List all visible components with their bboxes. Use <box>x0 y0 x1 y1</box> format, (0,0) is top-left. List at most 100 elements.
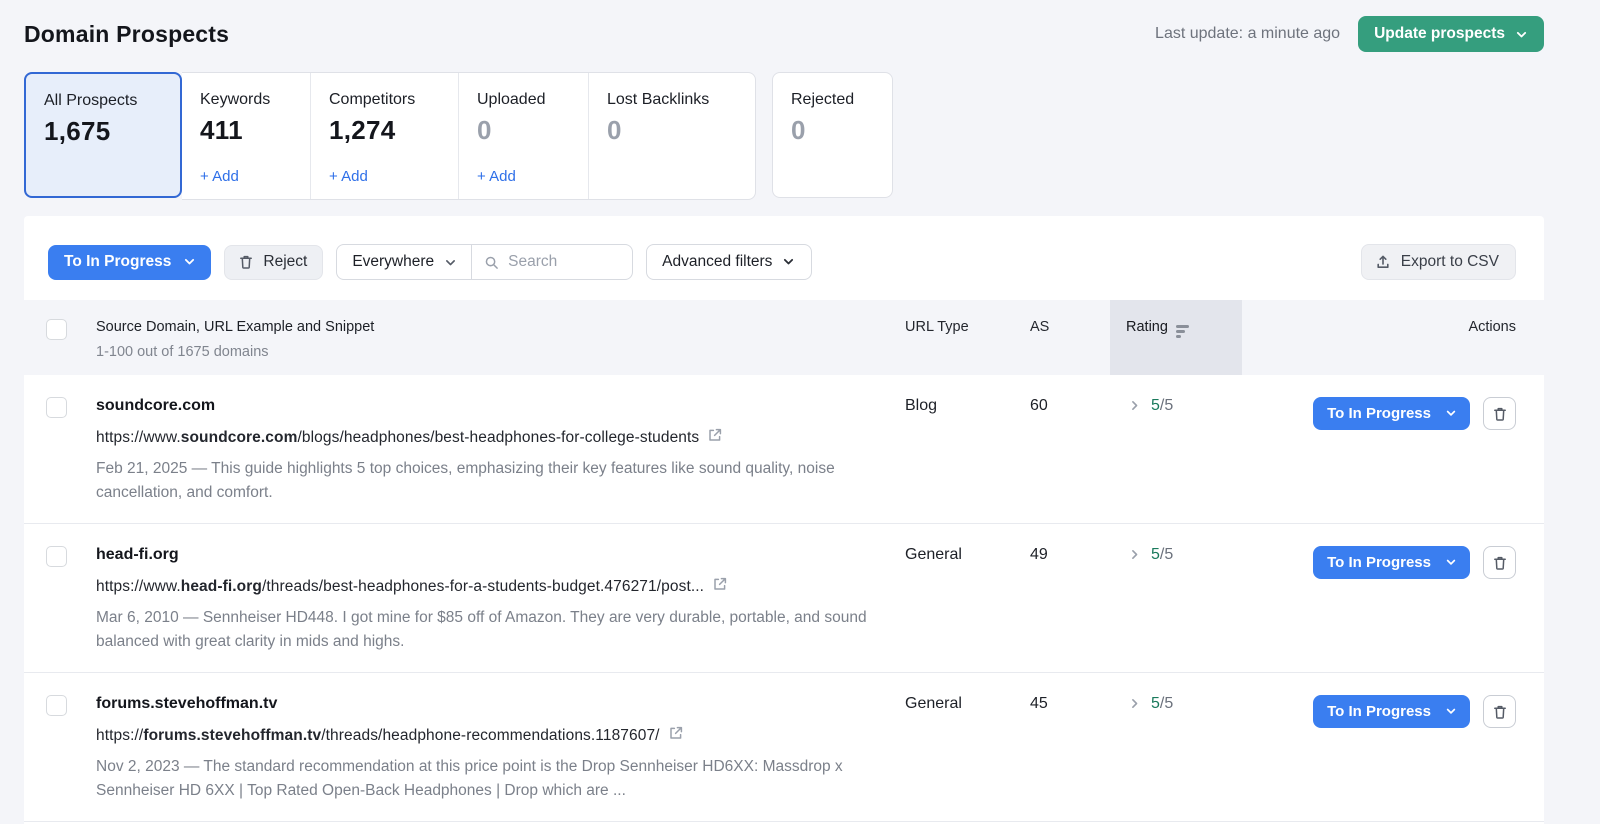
trash-icon <box>238 254 254 270</box>
row-delete-button[interactable] <box>1483 695 1516 728</box>
tab-label: Uploaded <box>477 91 572 109</box>
rating-value: 5/5 <box>1151 546 1173 564</box>
row-checkbox[interactable] <box>46 546 67 567</box>
page: Domain Prospects Last update: a minute a… <box>0 0 1600 824</box>
actions-cell: To In Progress <box>1242 695 1544 803</box>
row-checkbox-cell <box>24 397 96 505</box>
chevron-down-icon <box>1445 705 1457 717</box>
add-uploaded-link[interactable]: + Add <box>477 168 572 185</box>
as-column-header[interactable]: AS <box>1030 300 1110 375</box>
rating-value: 5/5 <box>1151 695 1173 713</box>
tab-lost-backlinks[interactable]: Lost Backlinks 0 <box>588 73 755 199</box>
actions-column-header: Actions <box>1242 300 1544 375</box>
chevron-right-icon[interactable] <box>1128 697 1141 715</box>
domain-name: head-fi.org <box>96 546 905 564</box>
url-type-column-header[interactable]: URL Type <box>905 300 1030 375</box>
as-cell: 60 <box>1030 397 1110 505</box>
tab-label: Competitors <box>329 91 442 109</box>
scope-label: Everywhere <box>352 253 434 271</box>
source-cell: forums.stevehoffman.tv https://forums.st… <box>96 695 905 803</box>
table-header-checkbox-cell <box>24 300 96 375</box>
url-type-cell: General <box>905 695 1030 803</box>
row-to-in-progress-button[interactable]: To In Progress <box>1313 397 1470 430</box>
row-delete-button[interactable] <box>1483 546 1516 579</box>
row-to-in-progress-button[interactable]: To In Progress <box>1313 546 1470 579</box>
row-checkbox-cell <box>24 546 96 654</box>
tab-group: Keywords 411 + Add Competitors 1,274 + A… <box>182 72 756 200</box>
last-update-text: Last update: a minute ago <box>1155 25 1340 43</box>
source-header-label: Source Domain, URL Example and Snippet <box>96 319 905 335</box>
chevron-down-icon <box>1445 407 1457 419</box>
tab-label: Keywords <box>200 91 294 109</box>
chevron-down-icon <box>183 255 196 268</box>
bulk-action-label: To In Progress <box>64 253 171 271</box>
tab-uploaded[interactable]: Uploaded 0 + Add <box>458 73 588 199</box>
source-cell: head-fi.org https://www.head-fi.org/thre… <box>96 546 905 654</box>
actions-cell: To In Progress <box>1242 546 1544 654</box>
external-link-icon[interactable] <box>707 427 723 448</box>
domain-name: forums.stevehoffman.tv <box>96 695 905 713</box>
select-all-checkbox[interactable] <box>46 319 67 340</box>
snippet-text: Nov 2, 2023 — The standard recommendatio… <box>96 755 886 803</box>
tab-competitors[interactable]: Competitors 1,274 + Add <box>310 73 458 199</box>
tab-keywords[interactable]: Keywords 411 + Add <box>182 73 310 199</box>
toolbar-left: To In Progress Reject Everywhere <box>48 244 812 280</box>
external-link-icon[interactable] <box>712 576 728 597</box>
rating-column-header[interactable]: Rating <box>1110 300 1242 375</box>
row-to-in-progress-button[interactable]: To In Progress <box>1313 695 1470 728</box>
tab-count: 0 <box>791 115 876 146</box>
export-label: Export to CSV <box>1401 253 1499 271</box>
table-header: Source Domain, URL Example and Snippet 1… <box>24 300 1544 375</box>
scope-dropdown[interactable]: Everywhere <box>337 245 472 279</box>
row-checkbox[interactable] <box>46 695 67 716</box>
update-prospects-label: Update prospects <box>1374 25 1505 43</box>
add-keywords-link[interactable]: + Add <box>200 168 294 185</box>
rating-cell: 5/5 <box>1110 546 1242 654</box>
reject-button[interactable]: Reject <box>224 245 323 280</box>
snippet-text: Mar 6, 2010 — Sennheiser HD448. I got mi… <box>96 606 886 654</box>
chevron-right-icon[interactable] <box>1128 399 1141 417</box>
search-input[interactable] <box>508 253 618 271</box>
page-title: Domain Prospects <box>24 21 229 48</box>
url-line: https://forums.stevehoffman.tv/threads/h… <box>96 725 905 746</box>
chevron-right-icon[interactable] <box>1128 548 1141 566</box>
reject-label: Reject <box>263 253 307 271</box>
prospect-tabs: All Prospects 1,675 Keywords 411 + Add C… <box>24 72 1600 200</box>
tab-count: 0 <box>607 115 739 146</box>
url-text[interactable]: https://forums.stevehoffman.tv/threads/h… <box>96 727 660 745</box>
trash-icon <box>1492 406 1508 422</box>
advanced-filters-button[interactable]: Advanced filters <box>646 244 812 280</box>
row-delete-button[interactable] <box>1483 397 1516 430</box>
add-competitors-link[interactable]: + Add <box>329 168 442 185</box>
prospects-panel: To In Progress Reject Everywhere <box>24 216 1544 824</box>
bulk-to-in-progress-button[interactable]: To In Progress <box>48 245 211 280</box>
chevron-down-icon <box>1515 28 1528 41</box>
url-text[interactable]: https://www.head-fi.org/threads/best-hea… <box>96 578 704 596</box>
rating-value: 5/5 <box>1151 397 1173 415</box>
advanced-filters-label: Advanced filters <box>662 253 772 271</box>
update-prospects-button[interactable]: Update prospects <box>1358 16 1544 52</box>
domain-name: soundcore.com <box>96 397 905 415</box>
rating-cell: 5/5 <box>1110 397 1242 505</box>
tab-all-prospects[interactable]: All Prospects 1,675 <box>24 72 182 198</box>
top-bar: Domain Prospects Last update: a minute a… <box>24 0 1544 52</box>
source-column-header: Source Domain, URL Example and Snippet 1… <box>96 300 905 375</box>
export-to-csv-button[interactable]: Export to CSV <box>1361 244 1516 280</box>
url-type-cell: Blog <box>905 397 1030 505</box>
search-box <box>472 245 632 279</box>
trash-icon <box>1492 704 1508 720</box>
tab-count: 411 <box>200 115 294 146</box>
chevron-down-icon <box>1445 556 1457 568</box>
as-cell: 45 <box>1030 695 1110 803</box>
export-icon <box>1375 254 1391 270</box>
table-row: forums.stevehoffman.tv https://forums.st… <box>24 673 1544 822</box>
url-line: https://www.soundcore.com/blogs/headphon… <box>96 427 905 448</box>
row-action-label: To In Progress <box>1327 405 1431 422</box>
external-link-icon[interactable] <box>668 725 684 746</box>
tab-rejected[interactable]: Rejected 0 <box>772 72 893 198</box>
search-combo: Everywhere <box>336 244 633 280</box>
tab-label: Lost Backlinks <box>607 91 739 109</box>
tab-label: All Prospects <box>44 92 164 110</box>
url-text[interactable]: https://www.soundcore.com/blogs/headphon… <box>96 429 699 447</box>
row-checkbox[interactable] <box>46 397 67 418</box>
